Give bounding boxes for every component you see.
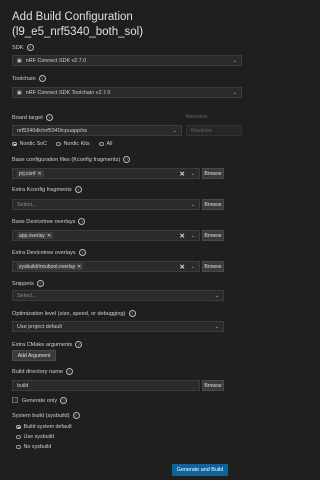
board-target-select[interactable]: nrf5340dk/nrf5340/cpuapp/ns ⌄ <box>12 125 182 136</box>
cmake-label: Extra CMake arguments? <box>12 341 83 348</box>
chevron-down-icon: ⌄ <box>190 171 195 177</box>
sdk-label: SDK? <box>12 44 34 51</box>
revision-input[interactable]: Revision <box>186 125 242 136</box>
extra-dt-label: Extra Devicetree overlays? <box>12 249 86 256</box>
toolchain-label: Toolchain? <box>12 75 46 82</box>
revision-label: Revision <box>186 114 208 120</box>
snippets-label: Snippets? <box>12 280 44 287</box>
generate-and-build-button[interactable]: Generate and Build <box>172 464 228 476</box>
base-conf-browse-button[interactable]: Browse <box>202 168 224 179</box>
radio-selected-icon <box>16 424 21 430</box>
chevron-down-icon: ⌄ <box>172 128 177 134</box>
toolchain-select[interactable]: ▣ nRF Connect SDK Toolchain v2.7.0 ⌄ <box>12 87 242 98</box>
extra-kconfig-label: Extra Kconfig fragments? <box>12 186 82 193</box>
base-conf-select[interactable]: prj.conf ✕ ✕ ⌄ <box>12 168 200 179</box>
close-icon[interactable]: ✕ <box>47 233 51 239</box>
extra-kconfig-select[interactable]: Select... ⌄ <box>12 199 200 210</box>
close-icon[interactable]: ✕ <box>37 171 41 177</box>
board-filter-nordic-kits[interactable]: Nordic Kits <box>56 141 90 147</box>
base-dt-select[interactable]: app.overlay ✕ ✕ ⌄ <box>12 230 200 241</box>
board-target-label: Board target? <box>12 114 53 121</box>
chevron-down-icon: ⌄ <box>190 264 195 270</box>
info-circle-icon[interactable]: ? <box>26 44 34 51</box>
base-conf-label: Base configuration files (Kconfig fragme… <box>12 156 131 163</box>
build-dir-label: Build directory name? <box>12 368 73 375</box>
extra-dt-select[interactable]: sysbuild/mcuboot.overlay ✕ ✕ ⌄ <box>12 261 200 272</box>
chevron-down-icon: ⌄ <box>190 233 195 239</box>
sysbuild-label: System build (sysbuild)? <box>12 412 80 419</box>
snippets-select[interactable]: Select... ⌄ <box>12 290 224 301</box>
sysbuild-option-use[interactable]: Use sysbuild <box>16 434 54 440</box>
info-circle-icon[interactable]: ? <box>78 249 86 256</box>
info-circle-icon[interactable]: ? <box>60 397 68 404</box>
info-circle-icon[interactable]: ? <box>74 186 82 193</box>
info-circle-icon[interactable]: ? <box>45 114 53 121</box>
info-circle-icon[interactable]: ? <box>78 218 86 225</box>
optimization-label: Optimization level (size, speed, or debu… <box>12 310 136 317</box>
info-circle-icon[interactable]: ? <box>75 341 83 348</box>
info-circle-icon[interactable]: ? <box>36 280 44 287</box>
build-dir-input[interactable]: build <box>12 380 200 391</box>
radio-icon <box>56 141 61 147</box>
chevron-down-icon: ⌄ <box>190 202 195 208</box>
close-icon[interactable]: ✕ <box>180 232 185 240</box>
info-circle-icon[interactable]: ? <box>38 75 46 82</box>
base-dt-browse-button[interactable]: Browse <box>202 230 224 241</box>
sdk-select[interactable]: ▣ nRF Connect SDK v2.7.0 ⌄ <box>12 55 242 66</box>
info-circle-icon[interactable]: ? <box>123 156 131 163</box>
file-chip: sysbuild/mcuboot.overlay ✕ <box>17 263 84 270</box>
chevron-down-icon: ⌄ <box>232 90 237 96</box>
info-circle-icon[interactable]: ? <box>66 368 73 375</box>
radio-selected-icon <box>12 141 17 147</box>
close-icon[interactable]: ✕ <box>180 170 185 178</box>
base-dt-label: Base Devicetree overlays? <box>12 218 86 225</box>
close-icon[interactable]: ✕ <box>77 264 81 270</box>
file-chip: app.overlay ✕ <box>17 232 54 239</box>
board-filter-nordic-soc[interactable]: Nordic SoC <box>12 141 47 147</box>
generate-only-checkbox[interactable] <box>12 397 18 403</box>
info-circle-icon[interactable]: ? <box>72 412 80 419</box>
page-title: Add Build Configuration (l9_e5_nrf5340_b… <box>12 11 144 38</box>
file-chip: prj.conf ✕ <box>17 170 44 177</box>
radio-icon <box>99 141 104 147</box>
sysbuild-option-default[interactable]: Build system default <box>16 424 72 430</box>
chevron-down-icon: ⌄ <box>232 58 237 64</box>
sysbuild-option-none[interactable]: No sysbuild <box>16 444 51 450</box>
chip-icon: ▣ <box>17 57 22 64</box>
radio-icon <box>16 444 21 450</box>
info-circle-icon[interactable]: ? <box>128 310 136 317</box>
generate-only-label: Generate only? <box>22 397 68 404</box>
chip-icon: ▣ <box>17 89 22 96</box>
build-dir-browse-button[interactable]: Browse <box>202 380 224 391</box>
radio-icon <box>16 434 21 440</box>
extra-kconfig-browse-button[interactable]: Browse <box>202 199 224 210</box>
chevron-down-icon: ⌄ <box>214 293 219 299</box>
close-icon[interactable]: ✕ <box>180 263 185 271</box>
add-argument-button[interactable]: Add Argument <box>12 350 56 361</box>
chevron-down-icon: ⌄ <box>214 324 219 330</box>
board-filter-all[interactable]: All <box>99 141 113 147</box>
extra-dt-browse-button[interactable]: Browse <box>202 261 224 272</box>
optimization-select[interactable]: Use project default ⌄ <box>12 321 224 332</box>
